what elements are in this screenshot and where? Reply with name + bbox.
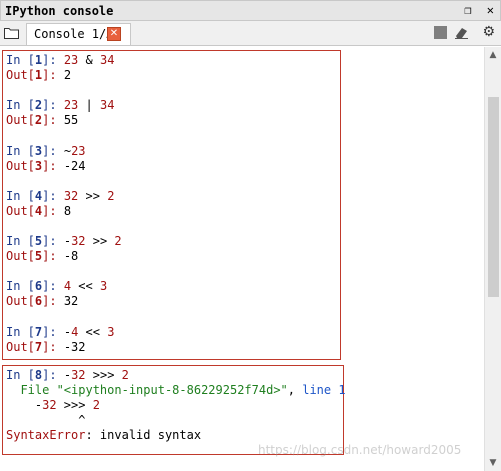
tab-label: Console 1/A	[34, 27, 114, 41]
cell-3: In [3]: ~23 Out[3]: -24	[6, 143, 86, 173]
cell-1: In [1]: 23 & 34 Out[1]: 2	[6, 53, 115, 82]
console-output[interactable]: In [1]: 23 & 34 Out[1]: 2 In [2]: 23 | 3…	[0, 47, 484, 471]
window-title: IPython console	[5, 4, 114, 18]
tab-console-1a[interactable]: Console 1/A ✕	[26, 23, 131, 45]
cell-7: In [7]: -4 << 3 Out[7]: -32	[6, 324, 115, 354]
cell-4: In [4]: 32 >> 2 Out[4]: 8	[6, 188, 115, 218]
console-block-error: In [8]: -32 >>> 2 File "<ipython-input-8…	[2, 365, 346, 455]
console-block-1: In [1]: 23 & 34 Out[1]: 2 In [2]: 23 | 3…	[2, 50, 341, 360]
error-message: SyntaxError: invalid syntax	[6, 428, 202, 442]
cell-5: In [5]: -32 >> 2 Out[5]: -8	[6, 234, 122, 264]
close-icon[interactable]: ✕	[487, 3, 494, 17]
cell-2: In [2]: 23 | 34 Out[2]: 55	[6, 98, 115, 128]
window-titlebar: IPython console ❐ ✕	[0, 0, 501, 21]
cell-6: In [6]: 4 << 3 Out[6]: 32	[6, 279, 108, 309]
folder-icon[interactable]	[4, 26, 19, 39]
close-x-icon[interactable]: ✕	[107, 27, 121, 41]
traceback-code-line: -32 >>> 2	[6, 398, 100, 412]
console-tab-bar: Console 1/A ✕ ⚙	[0, 21, 501, 46]
restore-icon[interactable]: ❐	[464, 3, 471, 17]
stop-icon[interactable]	[433, 26, 447, 39]
watermark: https://blog.csdn.net/howard2005	[258, 443, 462, 457]
scrollbar-thumb[interactable]	[488, 97, 499, 297]
traceback-caret: ^	[6, 413, 86, 427]
scroll-up-arrow-icon[interactable]: ▲	[485, 47, 501, 63]
scroll-down-arrow-icon[interactable]: ▼	[485, 455, 501, 471]
vertical-scrollbar[interactable]: ▲ ▼	[484, 47, 501, 471]
traceback-file-line: File "<ipython-input-8-86229252f74d>", l…	[6, 383, 346, 397]
gear-icon[interactable]: ⚙	[482, 25, 495, 39]
eraser-icon[interactable]	[454, 26, 469, 39]
